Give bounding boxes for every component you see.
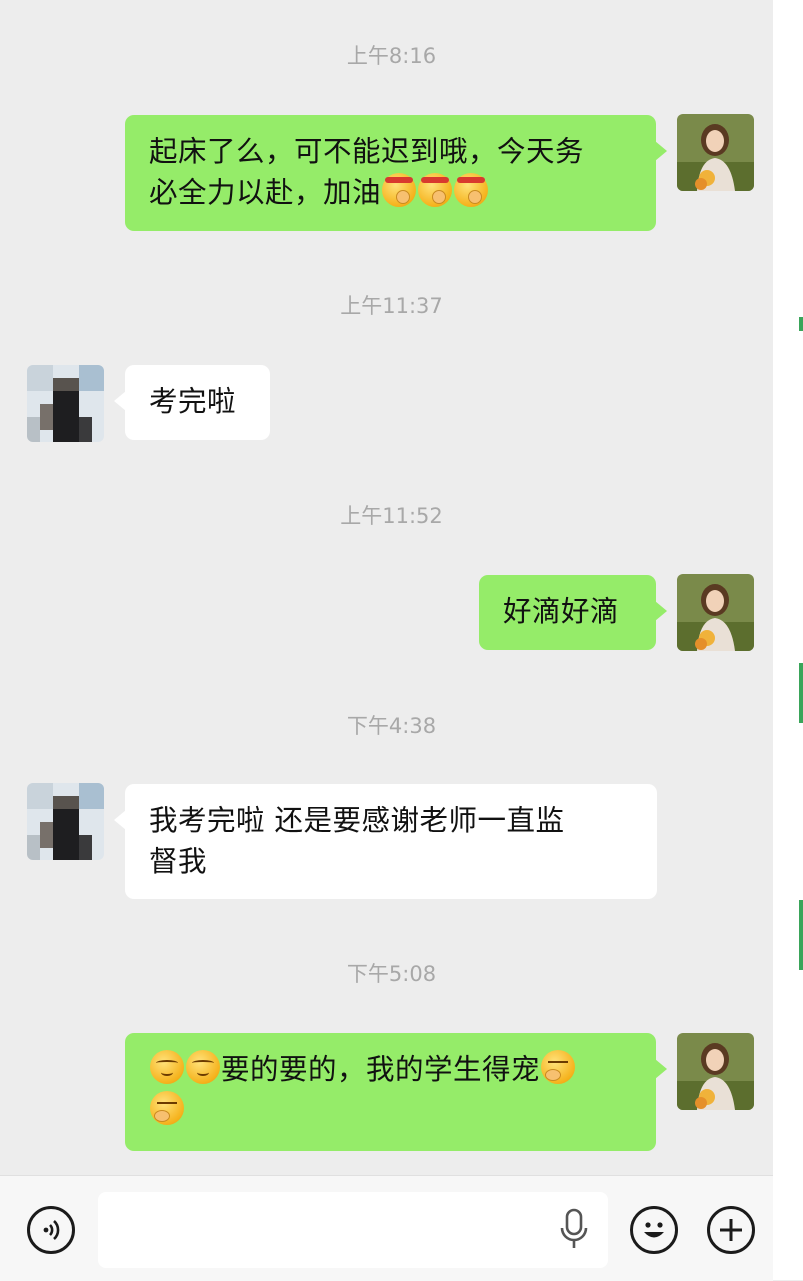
message-bubble-outgoing[interactable]: 要的要的，我的学生得宠 bbox=[125, 1033, 667, 1151]
message-bubble-outgoing[interactable]: 起床了么，可不能迟到哦，今天务 必全力以赴，加油 bbox=[125, 115, 667, 231]
fight-emoji-icon bbox=[454, 173, 489, 207]
message-bubble-incoming[interactable]: 我考完啦 还是要感谢老师一直监 督我 bbox=[114, 784, 657, 899]
emoji-button[interactable] bbox=[630, 1206, 678, 1254]
thinking-emoji-icon bbox=[541, 1050, 576, 1084]
message-text: 起床了么，可不能迟到哦，今天务 bbox=[149, 135, 585, 168]
fight-emoji-icon bbox=[418, 173, 453, 207]
timestamp: 下午4:38 bbox=[346, 714, 437, 738]
timestamp: 上午11:37 bbox=[340, 294, 443, 318]
thinking-emoji-icon bbox=[150, 1091, 184, 1125]
more-options-button[interactable] bbox=[707, 1206, 755, 1254]
avatar-student[interactable] bbox=[27, 365, 104, 442]
edge-indicator bbox=[799, 663, 803, 723]
blush-emoji-icon bbox=[186, 1050, 220, 1084]
message-text: 好滴好滴 bbox=[503, 595, 620, 628]
message-text: 督我 bbox=[149, 845, 208, 878]
avatar-me[interactable] bbox=[677, 114, 754, 191]
message-bubble-incoming[interactable]: 考完啦 bbox=[114, 365, 270, 440]
message-text: 考完啦 bbox=[149, 385, 237, 418]
emoji-icon bbox=[644, 1222, 664, 1238]
chat-area[interactable]: 上午8:16 起床了么，可不能迟到哦，今天务 必全力以赴，加油 上午11:37 bbox=[0, 0, 773, 1175]
timestamp: 下午5:08 bbox=[346, 962, 437, 986]
message-text: 我考完啦 还是要感谢老师一直监 bbox=[149, 804, 565, 837]
side-panel-edge bbox=[773, 0, 803, 1280]
voice-mode-button[interactable] bbox=[27, 1206, 75, 1254]
timestamp: 上午8:16 bbox=[346, 44, 437, 68]
microphone-icon[interactable] bbox=[558, 1202, 590, 1256]
message-text: 必全力以赴，加油 bbox=[149, 176, 382, 209]
avatar-me[interactable] bbox=[677, 574, 754, 651]
message-text-line: 必全力以赴，加油 bbox=[149, 172, 632, 213]
message-text-line: 要的要的，我的学生得宠 bbox=[149, 1049, 632, 1090]
avatar-me[interactable] bbox=[677, 1033, 754, 1110]
message-bubble-outgoing[interactable]: 好滴好滴 bbox=[479, 575, 667, 650]
edge-indicator bbox=[799, 900, 803, 970]
blush-emoji-icon bbox=[150, 1050, 184, 1084]
avatar-student[interactable] bbox=[27, 783, 104, 860]
edge-indicator bbox=[799, 317, 803, 331]
message-text-line bbox=[149, 1090, 632, 1131]
message-text: 要的要的，我的学生得宠 bbox=[221, 1053, 541, 1086]
voice-mode-icon bbox=[43, 1220, 60, 1240]
fight-emoji-icon bbox=[382, 173, 417, 207]
message-input[interactable] bbox=[98, 1192, 608, 1268]
plus-icon bbox=[720, 1219, 742, 1241]
input-bar bbox=[0, 1175, 773, 1281]
timestamp: 上午11:52 bbox=[340, 504, 443, 528]
